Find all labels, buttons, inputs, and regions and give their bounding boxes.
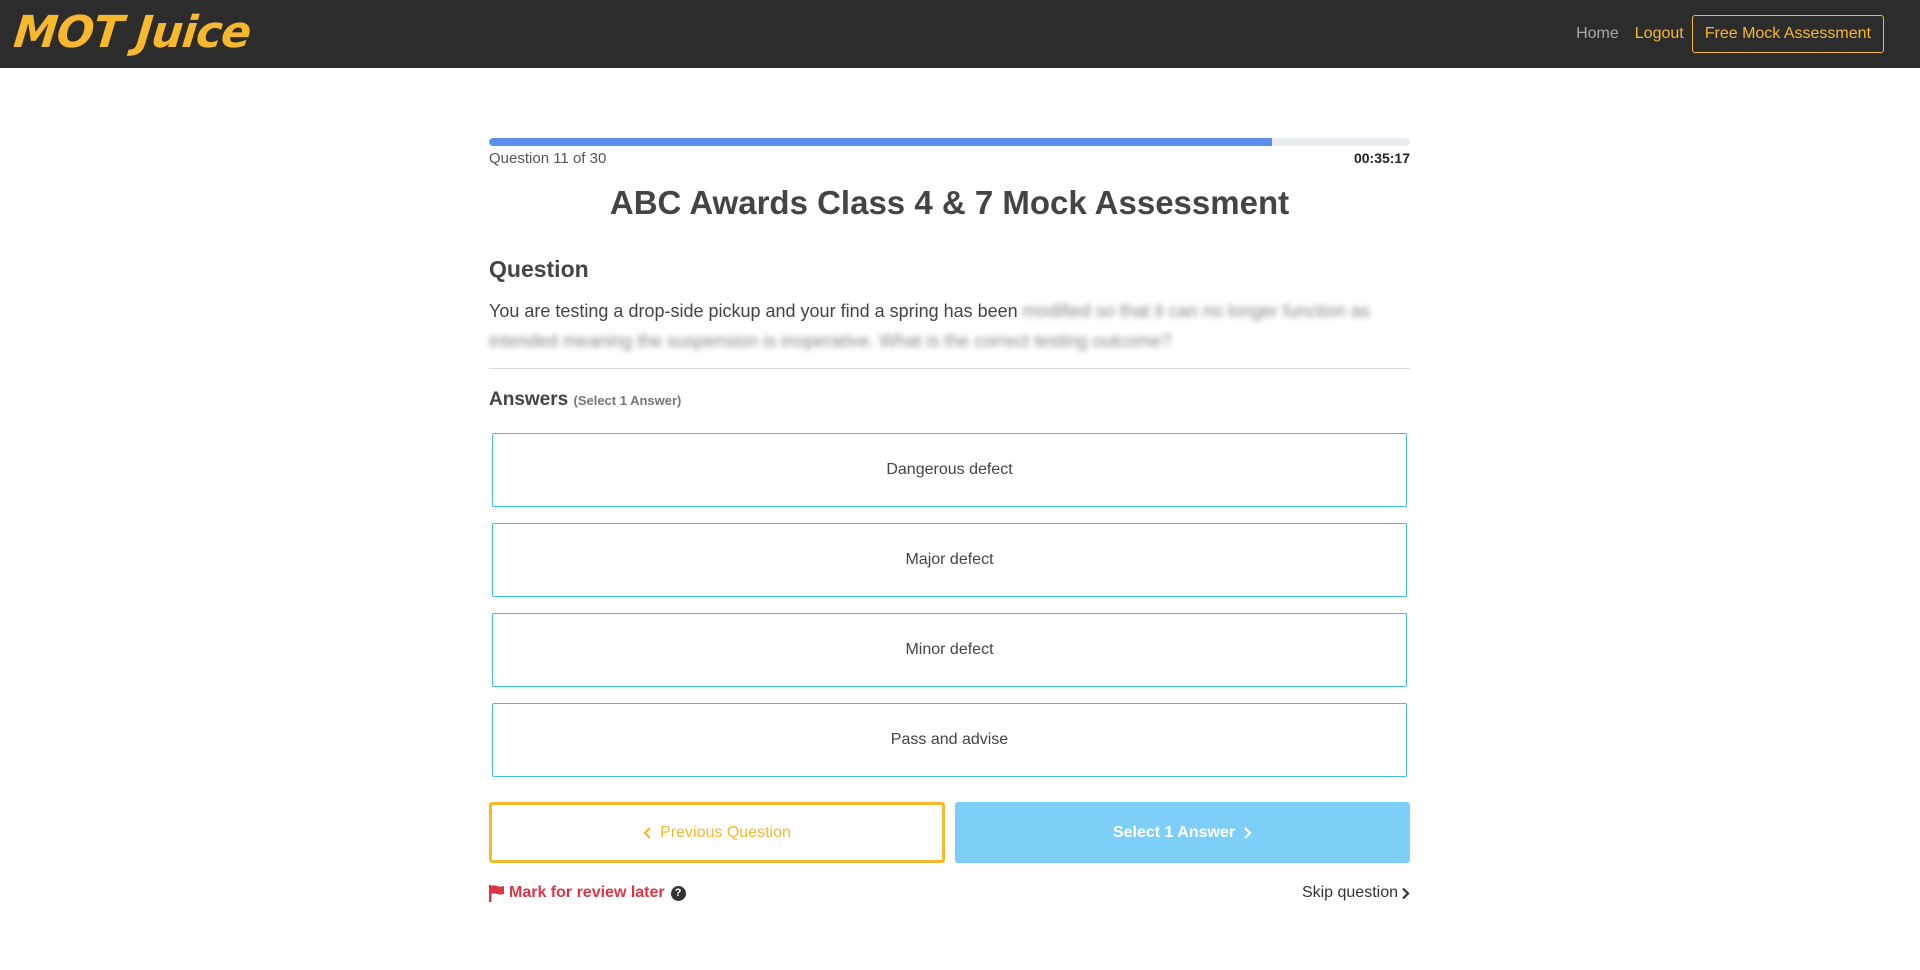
skip-question-link[interactable]: Skip question bbox=[1302, 881, 1410, 905]
nav-logout-link[interactable]: Logout bbox=[1635, 25, 1684, 43]
previous-question-button[interactable]: Previous Question bbox=[489, 802, 945, 863]
question-counter: Question 11 of 30 bbox=[489, 150, 607, 167]
answers-hint: (Select 1 Answer) bbox=[573, 393, 682, 408]
answers-heading: Answers (Select 1 Answer) bbox=[489, 389, 681, 411]
skip-question-label: Skip question bbox=[1301, 884, 1398, 901]
answer-option[interactable]: Minor defect bbox=[492, 613, 1407, 687]
answer-option[interactable]: Pass and advise bbox=[492, 703, 1407, 777]
brand-logo[interactable]: MOT Juice bbox=[11, 7, 253, 58]
flag-icon bbox=[489, 884, 505, 902]
chevron-right-icon bbox=[1401, 887, 1410, 900]
chevron-left-icon bbox=[643, 826, 652, 839]
answer-list: Dangerous defect Major defect Minor defe… bbox=[492, 433, 1407, 793]
mark-for-review-link[interactable]: Mark for review later ? bbox=[489, 881, 686, 905]
divider bbox=[489, 368, 1410, 369]
question-text-visible: You are testing a drop-side pickup and y… bbox=[489, 301, 1018, 321]
question-circle-icon[interactable]: ? bbox=[670, 885, 686, 901]
question-heading: Question bbox=[489, 256, 589, 282]
question-text: You are testing a drop-side pickup and y… bbox=[489, 296, 1410, 356]
answer-option[interactable]: Major defect bbox=[492, 523, 1407, 597]
previous-question-label: Previous Question bbox=[660, 823, 791, 841]
progress-bar-fill bbox=[489, 138, 1272, 146]
mark-for-review-label: Mark for review later bbox=[509, 884, 665, 901]
free-mock-assessment-button[interactable]: Free Mock Assessment bbox=[1691, 15, 1884, 53]
timer: 00:35:17 bbox=[1353, 150, 1410, 166]
progress-bar bbox=[489, 138, 1410, 146]
navbar: MOT Juice Home Logout Free Mock Assessme… bbox=[0, 0, 1920, 68]
assessment-title: ABC Awards Class 4 & 7 Mock Assessment bbox=[609, 184, 1290, 221]
nav-home-link[interactable]: Home bbox=[1576, 25, 1619, 43]
answers-heading-label: Answers bbox=[489, 389, 569, 410]
select-answer-button[interactable]: Select 1 Answer bbox=[955, 802, 1410, 863]
nav-links: Home Logout Free Mock Assessment bbox=[1560, 15, 1884, 53]
answer-option[interactable]: Dangerous defect bbox=[492, 433, 1407, 507]
chevron-right-icon bbox=[1243, 826, 1252, 839]
select-answer-label: Select 1 Answer bbox=[1112, 823, 1236, 841]
